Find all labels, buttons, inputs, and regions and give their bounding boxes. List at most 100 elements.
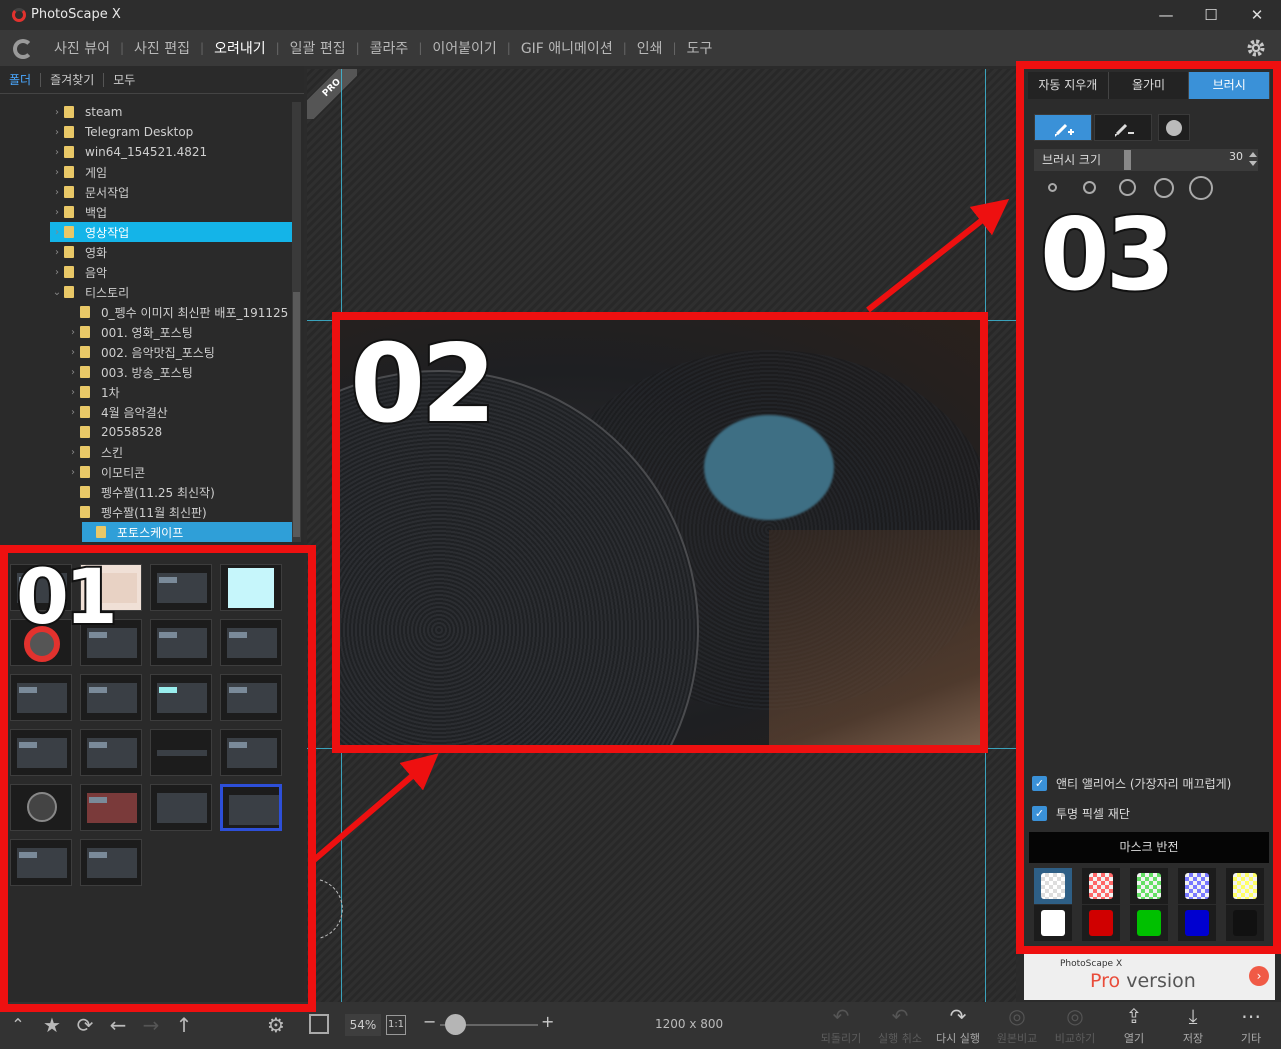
expand-chevron-icon[interactable]: ›	[50, 147, 64, 158]
zoom-out-icon[interactable]: −	[423, 1012, 436, 1031]
folder-icon	[64, 226, 74, 238]
tree-folder-item[interactable]: › 스킨	[0, 442, 292, 462]
home-icon[interactable]	[13, 39, 33, 59]
folder-tree: › steam › Telegram Desktop › win64_154521.482…	[0, 102, 292, 547]
tree-folder-item[interactable]: › 백업	[0, 202, 292, 222]
expand-chevron-icon[interactable]: ›	[50, 267, 64, 278]
action-icon[interactable]: ◎	[1063, 1005, 1087, 1027]
tree-folder-item[interactable]: › win64_154521.4821	[0, 142, 292, 162]
zoom-level[interactable]: 54%	[345, 1014, 381, 1036]
menu-item[interactable]: 콜라주	[360, 38, 419, 58]
expand-chevron-icon[interactable]: ›	[50, 207, 64, 218]
action-icon[interactable]: ⋯	[1239, 1005, 1263, 1027]
annotation-number-02: 02	[348, 320, 498, 449]
tree-folder-item[interactable]: › 002. 음악맛집_포스팅	[0, 342, 292, 362]
collapse-up-icon[interactable]: ⌃	[6, 1014, 30, 1036]
menu-item[interactable]: 이어붙이기	[422, 38, 506, 58]
expand-chevron-icon[interactable]: ›	[66, 387, 80, 398]
ad-headline: Pro version	[1090, 970, 1196, 992]
tree-folder-item[interactable]: › 4월 음악결산	[0, 402, 292, 422]
expand-chevron-icon[interactable]: ›	[50, 247, 64, 258]
minimize-button[interactable]: —	[1146, 3, 1186, 27]
expand-chevron-icon[interactable]: ›	[50, 107, 64, 118]
expand-chevron-icon[interactable]: ›	[66, 367, 80, 378]
expand-chevron-icon[interactable]: ›	[50, 127, 64, 138]
expand-chevron-icon[interactable]: ›	[50, 227, 64, 238]
fit-frame-icon[interactable]	[309, 1014, 329, 1034]
folder-icon	[80, 466, 90, 478]
tree-folder-item[interactable]: ⌄ 티스토리	[0, 282, 292, 302]
zoom-in-icon[interactable]: +	[541, 1012, 554, 1031]
folder-label: 음악	[85, 265, 108, 280]
action-icon[interactable]: ⇪	[1122, 1005, 1146, 1027]
tree-folder-item[interactable]: 0_펭수 이미지 최신판 배포_191125	[0, 302, 292, 322]
action-icon[interactable]: ↶	[888, 1005, 912, 1027]
tree-folder-item[interactable]: › Telegram Desktop	[0, 122, 292, 142]
settings-gear-icon[interactable]	[1246, 38, 1266, 58]
ad-next-icon[interactable]: ›	[1249, 966, 1269, 986]
folder-settings-gear-icon[interactable]: ⚙	[264, 1014, 288, 1036]
tree-folder-item[interactable]: › 게임	[0, 162, 292, 182]
action-icon[interactable]: ↶	[829, 1005, 853, 1027]
tree-folder-item[interactable]: › 음악	[0, 262, 292, 282]
action-label[interactable]: 다시 실행	[928, 1030, 988, 1046]
action-icon[interactable]: ⤓	[1181, 1005, 1205, 1027]
menu-item[interactable]: 사진 편집	[124, 38, 200, 58]
tree-folder-item[interactable]: › 001. 영화_포스팅	[0, 322, 292, 342]
action-label[interactable]: 비교하기	[1045, 1030, 1105, 1046]
actual-size-button[interactable]: 1:1	[386, 1015, 406, 1035]
menu-item[interactable]: 사진 뷰어	[44, 38, 120, 58]
expand-chevron-icon[interactable]: ›	[66, 407, 80, 418]
close-button[interactable]: ✕	[1237, 3, 1277, 27]
forward-arrow-icon[interactable]: →	[139, 1014, 163, 1036]
menu-item[interactable]: GIF 애니메이션	[511, 38, 623, 58]
action-label[interactable]: 열기	[1104, 1030, 1164, 1046]
tree-folder-item[interactable]: 펭수짤(11월 최신판)	[0, 502, 292, 522]
tree-folder-item[interactable]: › steam	[0, 102, 292, 122]
expand-chevron-icon[interactable]: ⌄	[50, 287, 64, 298]
up-arrow-icon[interactable]: ↑	[172, 1014, 196, 1036]
expand-chevron-icon[interactable]: ›	[66, 347, 80, 358]
action-label[interactable]: 기타	[1221, 1030, 1281, 1046]
menu-item[interactable]: 일괄 편집	[280, 38, 356, 58]
expand-chevron-icon[interactable]: ›	[66, 447, 80, 458]
action-icon[interactable]: ◎	[1005, 1005, 1029, 1027]
tree-folder-item[interactable]: › 1차	[0, 382, 292, 402]
expand-chevron-icon[interactable]: ›	[50, 187, 64, 198]
expand-chevron-icon[interactable]: ›	[50, 167, 64, 178]
menu-item[interactable]: 오려내기	[204, 38, 276, 58]
folder-label: 티스토리	[85, 285, 130, 300]
tab-all[interactable]: 모두	[104, 73, 144, 87]
tab-folder[interactable]: 폴더	[0, 72, 42, 87]
tree-folder-item[interactable]: › 영상작업	[50, 222, 292, 242]
action-label[interactable]: 저장	[1163, 1030, 1223, 1046]
scrollbar-thumb[interactable]	[293, 292, 300, 537]
folder-tree-scrollbar[interactable]	[292, 102, 301, 542]
expand-chevron-icon[interactable]: ›	[66, 467, 80, 478]
folder-label: 백업	[85, 205, 108, 220]
tree-folder-item[interactable]: 펭수짤(11.25 최신작)	[0, 482, 292, 502]
back-arrow-icon[interactable]: ←	[106, 1014, 130, 1036]
expand-chevron-icon[interactable]: ›	[66, 327, 80, 338]
tree-folder-item[interactable]: › 이모티콘	[0, 462, 292, 482]
action-label[interactable]: 실행 취소	[870, 1030, 930, 1046]
maximize-button[interactable]: ☐	[1191, 3, 1231, 27]
tree-folder-item[interactable]: › 003. 방송_포스팅	[0, 362, 292, 382]
action-label[interactable]: 원본비교	[987, 1030, 1047, 1046]
annotation-number-01: 01	[14, 550, 120, 643]
menu-item[interactable]: 인쇄	[627, 38, 673, 58]
favorite-star-icon[interactable]: ★	[40, 1014, 64, 1036]
action-icon[interactable]: ↷	[946, 1005, 970, 1027]
menu-item[interactable]: 도구	[677, 38, 723, 58]
pro-version-ad[interactable]: PhotoScape X Pro version ›	[1024, 952, 1275, 1000]
action-label[interactable]: 되돌리기	[811, 1030, 871, 1046]
tree-folder-item[interactable]: 포토스케이프	[82, 522, 292, 542]
tree-folder-item[interactable]: › 영화	[0, 242, 292, 262]
tree-folder-item[interactable]: 20558528	[0, 422, 292, 442]
folder-icon	[64, 246, 74, 258]
tree-folder-item[interactable]: › 문서작업	[0, 182, 292, 202]
zoom-slider-knob[interactable]	[445, 1014, 466, 1035]
folder-icon	[80, 506, 90, 518]
tab-favorites[interactable]: 즐겨찾기	[41, 72, 105, 87]
refresh-icon[interactable]: ⟳	[73, 1014, 97, 1036]
